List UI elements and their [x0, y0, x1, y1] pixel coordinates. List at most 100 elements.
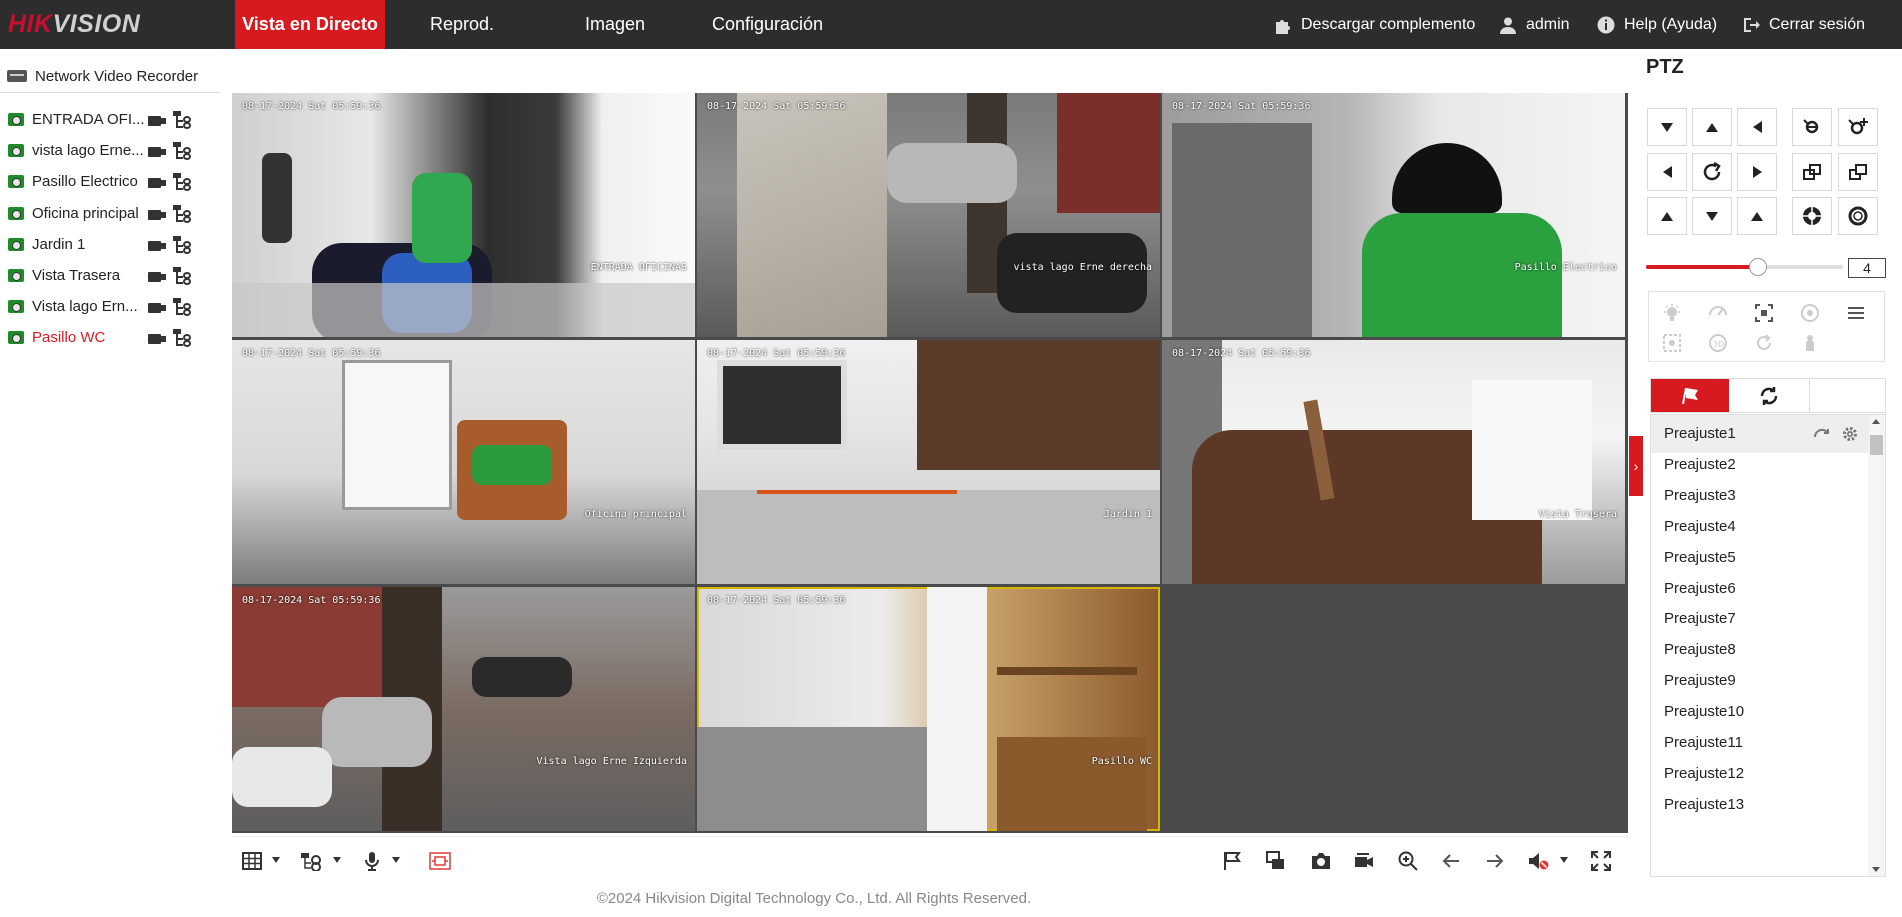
scroll-up-icon[interactable]	[1872, 419, 1880, 424]
preset-item[interactable]: Preajuste13	[1651, 786, 1869, 824]
regional-focus-icon[interactable]	[1661, 332, 1683, 354]
iris-open-button[interactable]	[1792, 197, 1832, 235]
video-tile[interactable]: 08-17-2024 Sat 05:59:36 Oficina principa…	[232, 340, 695, 584]
video-tile[interactable]: 08-17-2024 Sat 05:59:36 vista lago Erne …	[697, 93, 1160, 337]
audio-talk-button[interactable]	[358, 847, 386, 875]
ptz-down-left-button[interactable]	[1647, 197, 1687, 235]
ptz-down-button[interactable]	[1692, 197, 1732, 235]
preset-scrollbar[interactable]	[1868, 415, 1885, 876]
ptz-left-button[interactable]	[1647, 153, 1687, 191]
record-icon[interactable]	[148, 207, 166, 220]
tab-imagen[interactable]: Imagen	[565, 0, 665, 49]
focus-near-button[interactable]	[1792, 153, 1832, 191]
tab-patrols[interactable]	[1730, 379, 1808, 412]
ptz-up-right-button[interactable]	[1737, 108, 1777, 146]
next-page-button[interactable]	[1481, 847, 1509, 875]
digital-zoom-button[interactable]	[426, 847, 454, 875]
video-tile[interactable]: 08-17-2024 Sat 05:59:36 Vista lago Erne …	[232, 587, 695, 831]
record-icon[interactable]	[148, 175, 166, 189]
camera-online-icon	[8, 237, 24, 251]
wiper-icon[interactable]	[1707, 302, 1729, 324]
light-icon[interactable]	[1661, 302, 1683, 324]
menu-icon[interactable]	[1845, 302, 1867, 324]
fullscreen-button[interactable]	[1587, 847, 1615, 875]
record-icon[interactable]	[148, 113, 166, 126]
zoom-in-button[interactable]	[1838, 108, 1878, 146]
video-tile[interactable]: 08-17-2024 Sat 05:59:36 Jardin 1	[697, 340, 1160, 584]
camera-list-item[interactable]: Pasillo Electrico	[0, 166, 222, 197]
download-plugin-link[interactable]: Descargar complemento	[1273, 0, 1475, 49]
scroll-thumb[interactable]	[1870, 435, 1883, 455]
tab-configuracion[interactable]: Configuración	[705, 0, 830, 49]
call-preset-icon[interactable]	[1813, 425, 1831, 443]
record-icon[interactable]	[148, 269, 166, 282]
tree-root-nvr[interactable]: Network Video Recorder	[0, 64, 222, 88]
video-tile[interactable]: 08-17-2024 Sat 05:59:36 Pasillo Electric…	[1162, 93, 1625, 337]
focus-far-button[interactable]	[1838, 153, 1878, 191]
auto-focus-icon[interactable]	[1753, 302, 1775, 324]
video-tile[interactable]: 08-17-2024 Sat 05:59:36 ENTRADA OFICINAS	[232, 93, 695, 337]
ptz-up-button[interactable]	[1692, 108, 1732, 146]
ptz-up-left-button[interactable]	[1647, 108, 1687, 146]
stream-tree-icon[interactable]	[173, 298, 193, 317]
camera-list-item[interactable]: Vista lago Ern...	[0, 291, 222, 322]
volume-button[interactable]	[1525, 847, 1553, 875]
stream-tree-icon[interactable]	[173, 111, 193, 129]
stream-tree-icon[interactable]	[173, 173, 193, 192]
lens-init-icon[interactable]	[1799, 302, 1821, 324]
stream-tree-icon[interactable]	[173, 235, 193, 254]
user-menu[interactable]: admin	[1498, 0, 1570, 49]
stream-tree-icon[interactable]	[173, 204, 193, 223]
empty-video-tile[interactable]	[1162, 587, 1625, 831]
camera-list-item[interactable]: Jardin 1	[0, 229, 222, 260]
preset-label: Preajuste8	[1664, 641, 1736, 659]
tab-reprod[interactable]: Reprod.	[412, 0, 512, 49]
record-icon[interactable]	[148, 238, 166, 251]
record-icon[interactable]	[148, 144, 166, 158]
collapse-ptz-button[interactable]: ›	[1629, 436, 1643, 496]
ptz-down-right-button[interactable]	[1737, 197, 1777, 235]
stream-type-button[interactable]	[298, 847, 326, 875]
camera-list-item[interactable]: Oficina principal	[0, 198, 222, 229]
camera-list-item[interactable]: Vista Trasera	[0, 260, 222, 291]
iris-close-button[interactable]	[1838, 197, 1878, 235]
camera-list-item[interactable]: vista lago Erne...	[0, 135, 222, 166]
logout-link[interactable]: Cerrar sesión	[1741, 0, 1865, 49]
scroll-down-icon[interactable]	[1872, 867, 1880, 872]
record-icon[interactable]	[148, 300, 166, 314]
manual-tracking-icon[interactable]	[1753, 332, 1775, 354]
ptz-speed-value[interactable]: 4	[1848, 258, 1886, 278]
ptz-auto-scan-button[interactable]	[1692, 153, 1732, 191]
gear-icon[interactable]	[1841, 425, 1859, 443]
ptz-speed-handle[interactable]	[1749, 258, 1768, 276]
camera-list-item[interactable]: ENTRADA OFI...	[0, 104, 222, 135]
record-all-button[interactable]	[1350, 847, 1378, 875]
previous-page-button[interactable]	[1437, 847, 1465, 875]
ptz-right-button[interactable]	[1737, 153, 1777, 191]
video-tile[interactable]: 08-17-2024 Sat 05:59:36 Pasillo WC	[697, 587, 1160, 831]
tab-presets[interactable]	[1651, 379, 1729, 412]
stream-tree-icon[interactable]	[173, 329, 193, 348]
start-all-live-button[interactable]	[1218, 847, 1246, 875]
tab-vista-en-directo[interactable]: Vista en Directo	[235, 0, 385, 49]
person-tracking-icon[interactable]	[1799, 332, 1821, 354]
camera-list-item[interactable]: Pasillo WC	[0, 322, 222, 353]
capture-button[interactable]	[1307, 847, 1335, 875]
stream-tree-icon[interactable]	[173, 266, 193, 285]
stream-tree-icon[interactable]	[173, 142, 193, 161]
arrow-down-icon	[1706, 211, 1718, 221]
record-icon[interactable]	[148, 331, 166, 345]
zoom-out-button[interactable]	[1792, 108, 1832, 146]
chevron-down-icon[interactable]	[272, 857, 280, 863]
tab-pattern[interactable]	[1809, 379, 1887, 412]
chevron-down-icon[interactable]	[392, 857, 400, 863]
zoom-in-button[interactable]	[1394, 847, 1422, 875]
chevron-down-icon[interactable]	[1560, 857, 1568, 863]
help-link[interactable]: Help (Ayuda)	[1596, 0, 1717, 49]
window-layout-button[interactable]	[238, 847, 266, 875]
chevron-down-icon[interactable]	[333, 857, 341, 863]
video-tile[interactable]: 08-17-2024 Sat 05:59:36 Vista Trasera	[1162, 340, 1625, 584]
3d-positioning-icon[interactable]: 3D	[1707, 332, 1729, 354]
stop-all-live-button[interactable]	[1262, 847, 1290, 875]
ptz-speed-slider[interactable]	[1646, 258, 1843, 276]
